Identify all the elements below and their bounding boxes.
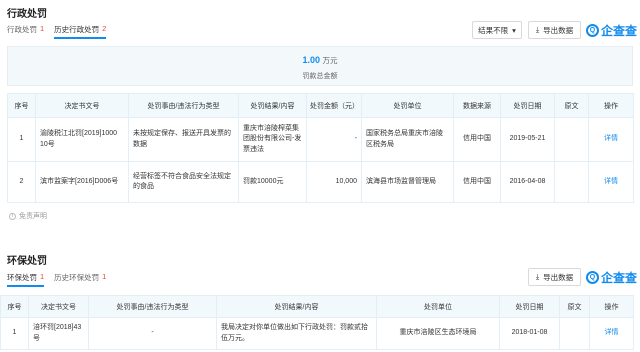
col-header: 原文	[559, 295, 590, 318]
col-header: 处罚事由/违法行为类型	[88, 295, 217, 318]
data-source: 信用中国	[453, 117, 501, 162]
fine-total-label: 罚款总金额	[302, 73, 338, 80]
col-header: 处罚金额（元）	[306, 93, 362, 118]
table-row: 2 滨市监案字[2016]D006号 经营标签不符合食品安全法规定的食品 罚款1…	[7, 161, 634, 203]
export-label: 导出数据	[543, 272, 574, 282]
env-penalty-tabs: 环保处罚 1 历史环保处罚 1	[7, 272, 106, 287]
penalty-amount: 10,000	[306, 161, 362, 203]
tab-count: 2	[102, 24, 107, 33]
col-header: 处罚单位	[361, 93, 454, 118]
penalty-result: 我局决定对你单位做出如下行政处罚：罚款贰拾伍万元。	[216, 317, 377, 350]
detail-link[interactable]: 详情	[604, 178, 618, 185]
col-header: 序号	[0, 295, 29, 318]
qichacha-q-icon: Q	[586, 270, 599, 284]
col-header: 处罚单位	[376, 295, 500, 318]
data-source: 信用中国	[453, 161, 501, 203]
col-header: 决定书文号	[28, 295, 89, 318]
tab-label: 行政处罚	[7, 25, 37, 34]
col-header: 操作	[588, 93, 634, 118]
env-penalty-table: 序号 决定书文号 处罚事由/违法行为类型 处罚结果/内容 处罚单位 处罚日期 原…	[0, 295, 634, 350]
admin-penalty-title: 行政处罚	[7, 9, 47, 20]
original-doc	[559, 317, 590, 350]
col-header: 操作	[589, 295, 634, 318]
export-label: 导出数据	[543, 25, 574, 35]
tab-count: 1	[40, 24, 45, 33]
qichacha-q-icon: Q	[586, 23, 599, 37]
detail-link[interactable]: 详情	[605, 329, 619, 336]
row-number: 2	[7, 161, 36, 203]
table-header: 序号 决定书文号 处罚事由/违法行为类型 处罚结果/内容 处罚单位 处罚日期 原…	[0, 295, 634, 318]
disclaimer-label: 免责声明	[19, 213, 47, 220]
decision-doc-number: 滨市监案字[2016]D006号	[35, 161, 129, 203]
table-row: 1 涪环罚[2018]43号 - 我局决定对你单位做出如下行政处罚：罚款贰拾伍万…	[0, 317, 634, 350]
original-doc	[554, 161, 589, 203]
env-penalty-title: 环保处罚	[7, 256, 47, 267]
penalty-date: 2018-01-08	[499, 317, 560, 350]
col-header: 处罚日期	[499, 295, 560, 318]
col-header: 处罚事由/违法行为类型	[128, 93, 239, 118]
tab-label: 环保处罚	[7, 273, 37, 282]
penalty-reason: 经营标签不符合食品安全法规定的食品	[128, 161, 239, 203]
penalty-result: 罚款10000元	[238, 161, 307, 203]
col-header: 处罚结果/内容	[216, 295, 377, 318]
amount-value: 1.00	[302, 55, 320, 65]
filter-label: 结果不限	[478, 25, 509, 35]
penalty-unit: 重庆市涪陵区生态环境局	[376, 317, 500, 350]
decision-doc-number: 渝陵税江北罚[2019]1000 10号	[35, 117, 129, 162]
row-number: 1	[0, 317, 29, 350]
admin-penalty-tabs: 行政处罚 1 历史行政处罚 2	[7, 24, 107, 39]
col-header: 处罚日期	[500, 93, 555, 118]
penalty-reason: -	[88, 317, 217, 350]
tab-history-env-penalty[interactable]: 历史环保处罚 1	[54, 272, 106, 287]
table-header: 序号 决定书文号 处罚事由/违法行为类型 处罚结果/内容 处罚金额（元） 处罚单…	[7, 93, 634, 118]
qichacha-logo: Q 企查查	[586, 268, 637, 286]
tab-label: 历史行政处罚	[54, 25, 100, 34]
tab-label: 历史环保处罚	[54, 273, 100, 282]
amount-unit: 万元	[322, 56, 338, 65]
download-icon: ⤓	[535, 272, 540, 281]
col-header: 数据来源	[453, 93, 501, 118]
qichacha-logo: Q 企查查	[586, 21, 637, 39]
disclaimer[interactable]: i 免责声明	[9, 211, 47, 221]
decision-doc-number: 涪环罚[2018]43号	[28, 317, 89, 350]
col-header: 序号	[7, 93, 36, 118]
admin-export-button[interactable]: ⤓ 导出数据	[528, 21, 581, 39]
chevron-down-icon: ▾	[512, 25, 516, 35]
col-header: 原文	[554, 93, 589, 118]
env-export-button[interactable]: ⤓ 导出数据	[528, 268, 581, 286]
penalty-unit: 国家税务总局重庆市涪陵区税务局	[361, 117, 454, 162]
col-header: 处罚结果/内容	[238, 93, 307, 118]
result-filter-dropdown[interactable]: 结果不限 ▾	[472, 21, 522, 39]
tab-admin-penalty[interactable]: 行政处罚 1	[7, 24, 44, 39]
table-row: 1 渝陵税江北罚[2019]1000 10号 未按规定保存、报送开具发票的数据 …	[7, 117, 634, 162]
brand-text: 企查查	[601, 23, 638, 38]
original-doc	[554, 117, 589, 162]
tab-count: 1	[40, 272, 45, 281]
fine-summary-box: 1.00 万元 罚款总金额	[7, 46, 633, 86]
brand-text: 企查查	[601, 270, 638, 285]
detail-link[interactable]: 详情	[604, 135, 618, 142]
penalty-date: 2016-04-08	[500, 161, 555, 203]
info-icon: i	[9, 212, 16, 220]
tab-history-admin-penalty[interactable]: 历史行政处罚 2	[54, 24, 107, 39]
penalty-result: 重庆市涪陵榨菜集团股份有限公司-发票违法	[238, 117, 307, 162]
penalty-amount: -	[306, 117, 362, 162]
tab-env-penalty[interactable]: 环保处罚 1	[7, 272, 45, 287]
penalty-reason: 未按规定保存、报送开具发票的数据	[128, 117, 239, 162]
row-number: 1	[7, 117, 36, 162]
penalty-unit: 滨海县市场监督管理局	[361, 161, 454, 203]
penalty-date: 2019-05-21	[500, 117, 555, 162]
admin-penalty-table: 序号 决定书文号 处罚事由/违法行为类型 处罚结果/内容 处罚金额（元） 处罚单…	[7, 93, 634, 203]
download-icon: ⤓	[535, 25, 540, 34]
tab-count: 1	[102, 272, 107, 281]
fine-total-amount: 1.00 万元	[8, 55, 632, 66]
col-header: 决定书文号	[35, 93, 129, 118]
